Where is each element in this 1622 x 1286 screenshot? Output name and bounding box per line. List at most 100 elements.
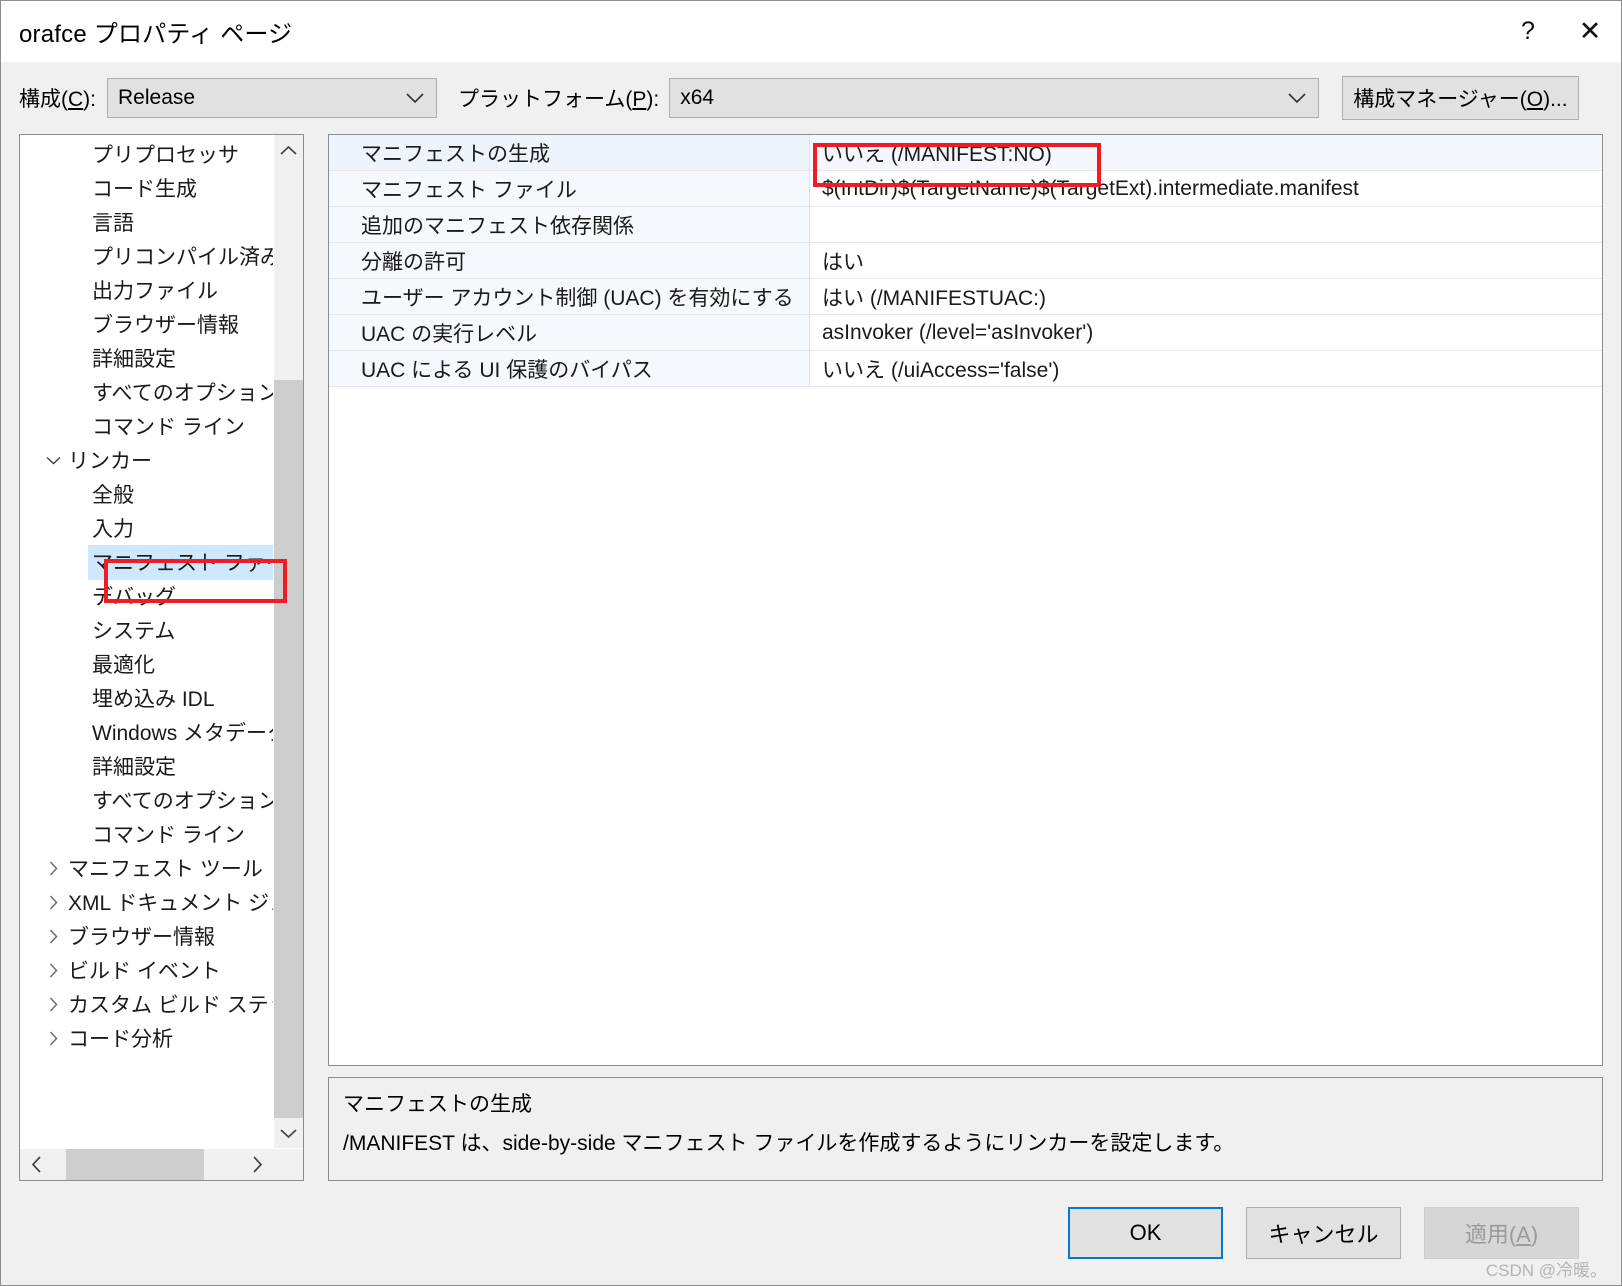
- tree-item-label: すべてのオプション: [92, 790, 273, 813]
- configuration-value: Release: [118, 86, 196, 109]
- tree-item-14[interactable]: システム: [20, 613, 273, 647]
- tree-item-11[interactable]: 入力: [20, 511, 273, 545]
- chevron-right-icon[interactable]: [40, 1030, 66, 1046]
- tree-vertical-thumb[interactable]: [274, 380, 303, 1118]
- property-row[interactable]: 分離の許可 はい: [329, 243, 1602, 279]
- configuration-manager-button[interactable]: 構成マネージャー(O)...: [1342, 76, 1579, 120]
- tree-vertical-track[interactable]: [274, 165, 303, 1118]
- property-value[interactable]: [810, 207, 1602, 242]
- platform-value: x64: [680, 86, 715, 109]
- tree-item-label: プリコンパイル済み: [92, 246, 273, 269]
- tree-item-21[interactable]: マニフェスト ツール: [20, 851, 273, 885]
- tree-item-12[interactable]: マニフェスト ファイル: [20, 544, 273, 580]
- tree-item-4[interactable]: 出力ファイル: [20, 273, 273, 307]
- tree-item-17[interactable]: Windows メタデータ: [20, 715, 273, 749]
- tree-item-label: ビルド イベント: [68, 960, 221, 983]
- tree-horizontal-track[interactable]: [52, 1149, 241, 1180]
- cancel-button[interactable]: キャンセル: [1246, 1207, 1401, 1259]
- tree-main: プリプロセッサコード生成言語プリコンパイル済み出力ファイル ブラウザー情報 詳細設定…: [20, 135, 303, 1148]
- tree-item-label: システム: [92, 620, 176, 643]
- tree-item-9[interactable]: リンカー: [20, 443, 273, 477]
- tree-item-8[interactable]: コマンド ライン: [20, 409, 273, 443]
- scroll-left-button[interactable]: [20, 1149, 52, 1180]
- property-row[interactable]: マニフェスト ファイル $(IntDir)$(TargetName)$(Targe…: [329, 171, 1602, 207]
- tree-horizontal-scrollbar[interactable]: [20, 1148, 303, 1180]
- tree-item-10[interactable]: 全般: [20, 477, 273, 511]
- property-value[interactable]: はい (/MANIFESTUAC:): [810, 279, 1602, 314]
- tree-item-15[interactable]: 最適化: [20, 647, 273, 681]
- tree-item-label: 言語: [92, 212, 134, 235]
- property-row[interactable]: 追加のマニフェスト依存関係: [329, 207, 1602, 243]
- tree-item-20[interactable]: コマンド ライン: [20, 817, 273, 851]
- tree-item-label: コマンド ライン: [92, 416, 245, 439]
- close-button[interactable]: ✕: [1559, 1, 1621, 62]
- property-name: UAC の実行レベル: [329, 315, 810, 350]
- tree-item-26[interactable]: コード分析: [20, 1021, 273, 1055]
- tree-item-7[interactable]: すべてのオプション: [20, 375, 273, 409]
- configuration-select[interactable]: Release: [107, 78, 437, 118]
- tree-horizontal-thumb[interactable]: [66, 1149, 204, 1180]
- configuration-label: 構成(C):: [19, 88, 96, 111]
- chevron-right-icon[interactable]: [40, 860, 66, 876]
- tree-item-0[interactable]: プリプロセッサ: [20, 137, 273, 171]
- property-row[interactable]: マニフェストの生成 いいえ (/MANIFEST:NO): [329, 135, 1602, 171]
- description-title: マニフェストの生成: [343, 1093, 532, 1116]
- scroll-up-button[interactable]: [274, 135, 303, 165]
- dialog-body: プリプロセッサコード生成言語プリコンパイル済み出力ファイル ブラウザー情報 詳細設定…: [1, 134, 1621, 1181]
- chevron-right-icon[interactable]: [40, 996, 66, 1012]
- platform-select[interactable]: x64: [669, 78, 1320, 118]
- property-row[interactable]: ユーザー アカウント制御 (UAC) を有効にする はい (/MANIFESTUA…: [329, 279, 1602, 315]
- tree-item-label: プリプロセッサ: [92, 144, 239, 167]
- close-icon: ✕: [1578, 16, 1602, 46]
- tree-item-label: リンカー: [68, 450, 152, 473]
- scroll-right-button[interactable]: [241, 1149, 273, 1180]
- chevron-right-icon[interactable]: [40, 962, 66, 978]
- tree-item-label: 全般: [92, 484, 134, 507]
- chevron-down-icon[interactable]: [40, 456, 66, 465]
- right-panel: マニフェストの生成 いいえ (/MANIFEST:NO) マニフェスト ファイル $(…: [328, 134, 1603, 1181]
- tree-scroll-area: プリプロセッサコード生成言語プリコンパイル済み出力ファイル ブラウザー情報 詳細設定…: [20, 135, 273, 1148]
- property-value[interactable]: $(IntDir)$(TargetName)$(TargetExt).inter…: [810, 171, 1602, 206]
- tree-item-24[interactable]: ビルド イベント: [20, 953, 273, 987]
- tree-item-18[interactable]: 詳細設定: [20, 749, 273, 783]
- tree-item-label: 埋め込み IDL: [92, 688, 215, 711]
- property-name: マニフェストの生成: [329, 135, 810, 170]
- property-value[interactable]: asInvoker (/level='asInvoker'): [810, 315, 1602, 350]
- tree-item-23[interactable]: ブラウザー情報: [20, 919, 273, 953]
- tree-item-19[interactable]: すべてのオプション: [20, 783, 273, 817]
- scroll-down-button[interactable]: [274, 1118, 303, 1148]
- tree-item-22[interactable]: XML ドキュメント ジェ: [20, 885, 273, 919]
- property-value[interactable]: いいえ (/MANIFEST:NO): [810, 135, 1602, 170]
- tree-item-2[interactable]: 言語: [20, 205, 273, 239]
- dialog-footer: OK キャンセル 適用(A) CSDN @冷暖。: [1, 1181, 1621, 1285]
- tree-item-6[interactable]: 詳細設定: [20, 341, 273, 375]
- property-name: マニフェスト ファイル: [329, 171, 810, 206]
- ok-button[interactable]: OK: [1068, 1207, 1223, 1259]
- tree-item-16[interactable]: 埋め込み IDL: [20, 681, 273, 715]
- tree-item-label: デバッグ: [92, 586, 176, 609]
- property-value[interactable]: はい: [810, 243, 1602, 278]
- property-row[interactable]: UAC による UI 保護のバイパス いいえ (/uiAccess='false'…: [329, 351, 1602, 387]
- help-button[interactable]: ?: [1497, 1, 1559, 62]
- tree-item-1[interactable]: コード生成: [20, 171, 273, 205]
- settings-tree-panel: プリプロセッサコード生成言語プリコンパイル済み出力ファイル ブラウザー情報 詳細設定…: [19, 134, 304, 1181]
- property-pages-dialog: orafce プロパティ ページ ? ✕ 構成(C): Release プラット…: [0, 0, 1622, 1286]
- configuration-bar: 構成(C): Release プラットフォーム(P): x64 構成マネージャー…: [1, 62, 1621, 134]
- chevron-right-icon[interactable]: [40, 894, 66, 910]
- chevron-down-icon: [1288, 86, 1306, 110]
- tree-item-label: XML ドキュメント ジェ: [68, 892, 273, 915]
- tree-item-label: カスタム ビルド ステッ: [68, 994, 273, 1017]
- platform-label: プラットフォーム(P):: [458, 88, 660, 111]
- property-value[interactable]: いいえ (/uiAccess='false'): [810, 351, 1602, 386]
- property-grid: マニフェストの生成 いいえ (/MANIFEST:NO) マニフェスト ファイル $(…: [328, 134, 1603, 1066]
- tree-item-3[interactable]: プリコンパイル済み: [20, 239, 273, 273]
- property-name: 分離の許可: [329, 243, 810, 278]
- tree-item-5[interactable]: ブラウザー情報: [20, 307, 273, 341]
- chevron-right-icon[interactable]: [40, 928, 66, 944]
- tree-item-label: マニフェスト ファイル: [88, 544, 273, 580]
- tree-vertical-scrollbar[interactable]: [273, 135, 303, 1148]
- tree-item-25[interactable]: カスタム ビルド ステッ: [20, 987, 273, 1021]
- property-row[interactable]: UAC の実行レベル asInvoker (/level='asInvoker'): [329, 315, 1602, 351]
- tree-item-13[interactable]: デバッグ: [20, 579, 273, 613]
- property-name: 追加のマニフェスト依存関係: [329, 207, 810, 242]
